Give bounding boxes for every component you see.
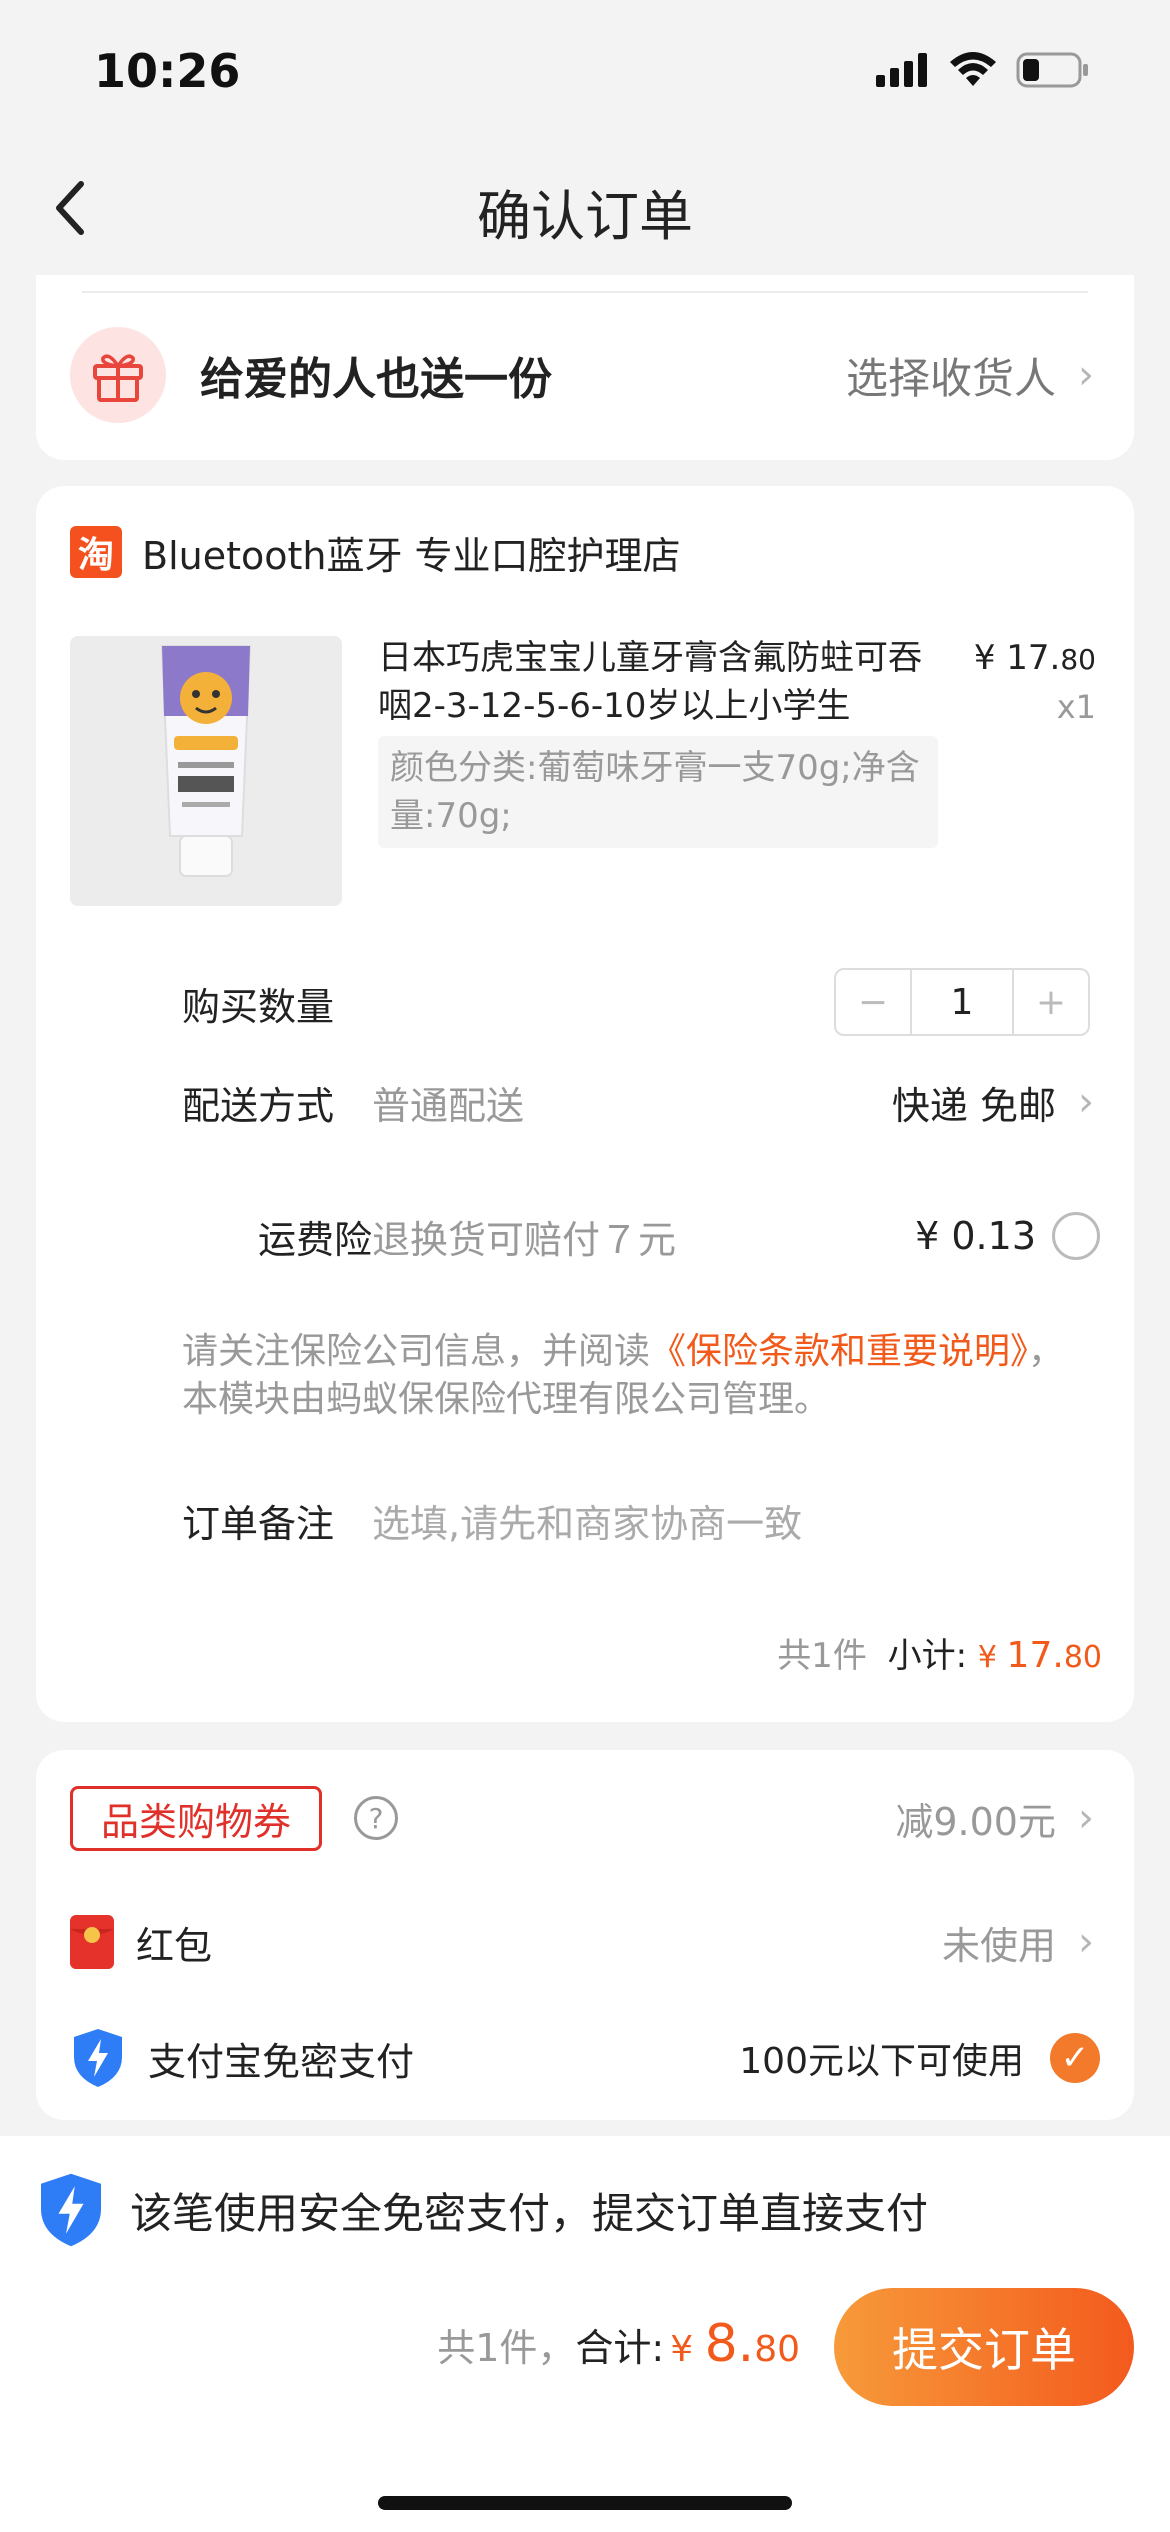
subtotal: 共1件 小计: ¥ 17.80 — [777, 1635, 1102, 1676]
alipay-label: 支付宝免密支付 — [148, 2039, 415, 2084]
remark-input[interactable]: 选填,请先和商家协商一致 — [372, 1493, 802, 1548]
wifi-icon — [950, 52, 996, 86]
divider — [82, 291, 1088, 293]
gift-label: 给爱的人也送一份 — [200, 354, 552, 405]
redpacket-row[interactable]: 红包 未使用 › — [70, 1910, 1094, 1974]
redpacket-label: 红包 — [136, 1923, 213, 1968]
shield-lightning-icon — [74, 2029, 122, 2087]
help-icon[interactable]: ? — [354, 1796, 399, 1840]
insurance-terms-link[interactable]: 《保险条款和重要说明》 — [650, 1331, 1028, 1372]
submit-order-button[interactable]: 提交订单 — [834, 2288, 1134, 2406]
redpacket-value: 未使用 — [941, 1923, 1056, 1968]
chevron-right-icon: › — [1078, 1795, 1094, 1841]
payment-card: 品类购物券 ? 减9.00元 › 红包 未使用 › 支付宝免密支付 100元以下… — [36, 1750, 1134, 2120]
coupon-value: 减9.00元 — [895, 1799, 1056, 1844]
gift-icon — [70, 327, 166, 423]
total: 共1件，合计: ¥ 8.80 — [437, 2314, 800, 2374]
coupon-row[interactable]: 品类购物券 ? 减9.00元 › — [70, 1785, 1094, 1851]
status-icons — [876, 52, 1090, 88]
shop-header[interactable]: 淘 Bluetooth蓝牙 专业口腔护理店 — [70, 524, 681, 580]
red-packet-icon — [70, 1915, 114, 1969]
alipay-row: 支付宝免密支付 100元以下可使用 ✓ — [70, 2026, 1100, 2090]
delivery-value: 普通配送 — [372, 1083, 525, 1128]
insurance-price: ¥ 0.13 — [915, 1214, 1036, 1258]
insurance-radio[interactable] — [1052, 1212, 1100, 1260]
product-image[interactable] — [70, 636, 342, 906]
quantity-label: 购买数量 — [182, 985, 335, 1029]
insurance-desc: 退换货可赔付７元 — [372, 1217, 677, 1262]
remark-row: 订单备注 选填,请先和商家协商一致 — [182, 1490, 1094, 1550]
product-price: ¥ 17.80 — [973, 638, 1096, 678]
taobao-icon: 淘 — [70, 526, 122, 578]
plus-button[interactable]: + — [1014, 970, 1088, 1034]
minus-button[interactable]: − — [836, 970, 910, 1034]
insurance-label: 运费险 — [257, 1217, 372, 1262]
gift-action: 选择收货人 — [845, 353, 1056, 403]
order-card: 淘 Bluetooth蓝牙 专业口腔护理店 日本巧虎宝宝儿童牙膏含氟防蛀可吞咽2… — [36, 486, 1134, 1722]
home-indicator — [378, 2496, 792, 2510]
product-title[interactable]: 日本巧虎宝宝儿童牙膏含氟防蛀可吞咽2-3-12-5-6-10岁以上小学生 — [378, 634, 938, 730]
status-time: 10:26 — [94, 44, 241, 98]
secure-text: 该笔使用安全免密支付，提交订单直接支付 — [130, 2188, 929, 2238]
chevron-right-icon: › — [1078, 1919, 1094, 1965]
chevron-right-icon: › — [1078, 352, 1094, 398]
status-bar: 10:26 — [0, 0, 1170, 140]
insurance-notice: 请关注保险公司信息，并阅读《保险条款和重要说明》，本模块由蚂蚁保保险代理有限公司… — [182, 1331, 1065, 1420]
delivery-label: 配送方式 — [182, 1083, 335, 1128]
product-qty: x1 — [1056, 688, 1096, 726]
quantity-stepper: − 1 + — [834, 968, 1090, 1036]
delivery-option: 快递 免邮 — [891, 1083, 1056, 1128]
insurance-row: 运费险 退换货可赔付７元 ¥ 0.13 — [182, 1206, 1100, 1266]
gift-row[interactable]: 给爱的人也送一份 选择收货人 › — [70, 327, 1094, 423]
alipay-value: 100元以下可使用 — [739, 2041, 1024, 2082]
coupon-tag: 品类购物券 — [70, 1785, 323, 1851]
check-icon[interactable]: ✓ — [1050, 2033, 1100, 2083]
chevron-right-icon: › — [1078, 1079, 1094, 1125]
nav-bar: 确认订单 — [0, 140, 1170, 275]
remark-label: 订单备注 — [182, 1501, 335, 1546]
shop-name: Bluetooth蓝牙 专业口腔护理店 — [142, 533, 681, 578]
secure-notice: 该笔使用安全免密支付，提交订单直接支付 — [36, 2170, 928, 2250]
battery-icon — [1016, 52, 1088, 88]
quantity-value[interactable]: 1 — [910, 970, 1014, 1034]
shield-lightning-icon — [41, 2173, 101, 2247]
delivery-row[interactable]: 配送方式 普通配送 快递 免邮 › — [182, 1072, 1094, 1132]
gift-card: 给爱的人也送一份 选择收货人 › — [36, 275, 1134, 460]
product-sku[interactable]: 颜色分类:葡萄味牙膏一支70g;净含量:70g; — [378, 736, 938, 848]
page-title: 确认订单 — [477, 185, 693, 248]
bottom-bar: 该笔使用安全免密支付，提交订单直接支付 共1件，合计: ¥ 8.80 提交订单 — [0, 2136, 1170, 2532]
signal-icon — [876, 53, 927, 87]
